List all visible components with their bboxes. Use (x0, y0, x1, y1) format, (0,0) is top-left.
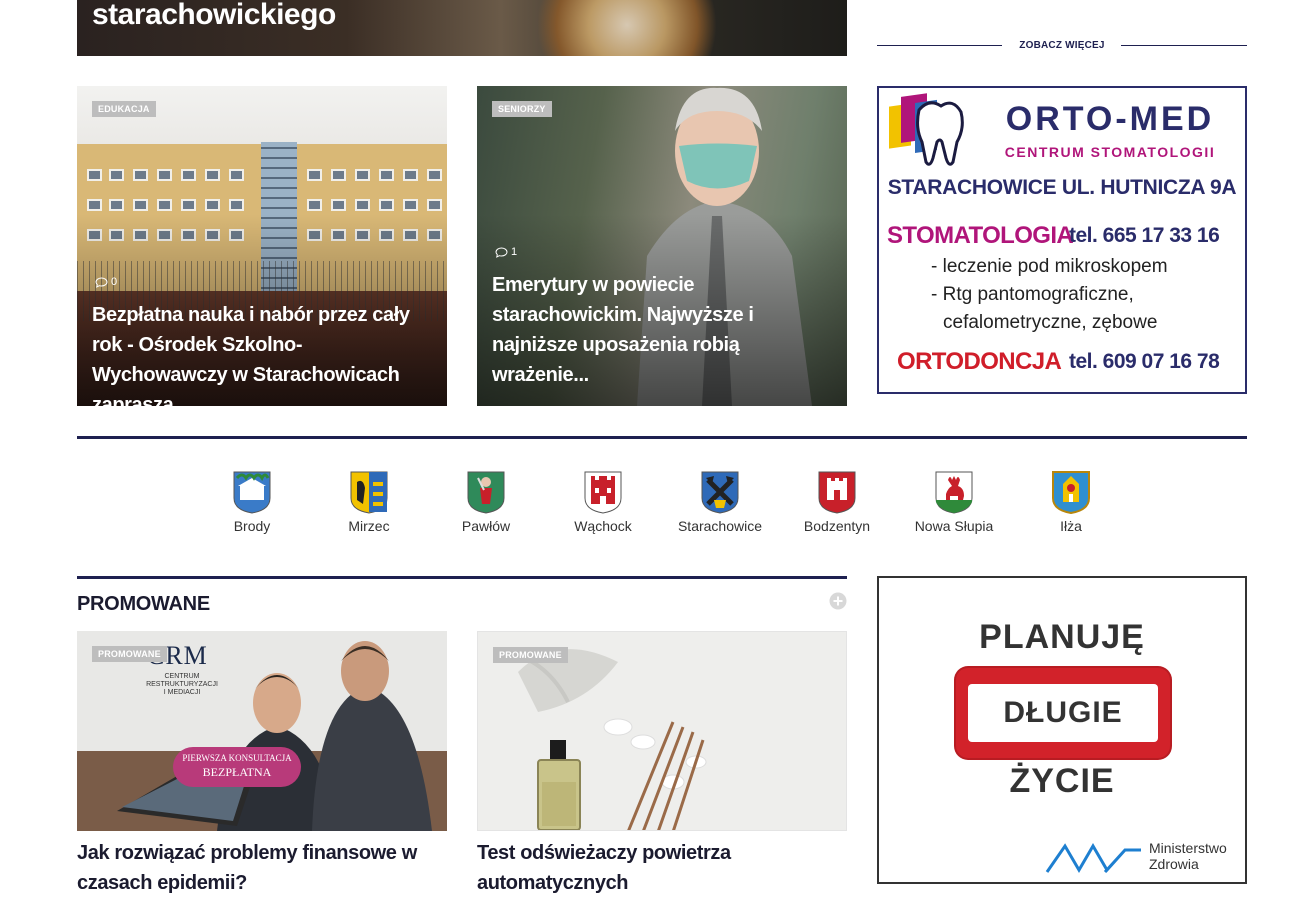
comment-count[interactable]: 0 (95, 276, 117, 288)
news-card-title[interactable]: Bezpłatna nauka i nabór przez cały rok -… (92, 300, 427, 406)
municipality-ilza[interactable]: Iłża (1021, 470, 1121, 534)
ortomed-bullet3: cefalometryczne, zębowe (943, 312, 1158, 333)
municipality-brody[interactable]: Brody (202, 470, 302, 534)
section-divider (77, 436, 1247, 439)
see-more-section: ZOBACZ WIĘCEJ (877, 36, 1247, 56)
hero-article-card[interactable]: starachowickiego (77, 0, 847, 56)
category-badge[interactable]: PROMOWANE (92, 646, 167, 662)
ilza-crest-icon (1052, 471, 1090, 514)
promo-card-title[interactable]: Jak rozwiązać problemy finansowe w czasa… (77, 838, 447, 898)
ortomed-line2-tel: tel. 609 07 16 78 (1069, 350, 1220, 373)
municipality-mirzec[interactable]: Mirzec (319, 470, 419, 534)
ortomed-subtitle: CENTRUM STOMATOLOGII (1004, 144, 1216, 160)
category-badge[interactable]: SENIORZY (492, 101, 552, 117)
news-card-title[interactable]: Emerytury w powiecie starachowickim. Naj… (492, 270, 757, 390)
see-more-link[interactable]: ZOBACZ WIĘCEJ (877, 40, 1247, 51)
ortomed-brand: ORTO-MED (1005, 100, 1215, 138)
brody-crest-icon (233, 471, 271, 514)
municipality-label: Mirzec (348, 518, 390, 534)
municipality-label: Pawłów (461, 518, 511, 534)
pawlow-crest-icon (467, 471, 505, 514)
municipality-label: Brody (233, 518, 271, 534)
ortomed-line2-label: ORTODONCJA (897, 348, 1062, 375)
section-divider (77, 576, 847, 579)
promo-banner-line2: BEZPŁATNA (202, 765, 272, 779)
ortomed-line1-label: STOMATOLOGIA (887, 222, 1074, 249)
category-badge[interactable]: EDUKACJA (92, 101, 156, 117)
wachock-crest-icon (584, 471, 622, 514)
ad-banner-ministry-health[interactable]: PLANUJĘ DŁUGIE ŻYCIE Ministerstwo Zdrowi… (877, 576, 1247, 884)
ad-banner-ortomed[interactable]: ORTO-MED CENTRUM STOMATOLOGII STARACHOWI… (877, 86, 1247, 394)
mirzec-crest-icon (350, 471, 388, 514)
comment-count-value: 0 (111, 276, 118, 288)
comment-count-value: 1 (511, 246, 518, 258)
ortomed-bullet1: - leczenie pod mikroskopem (931, 256, 1168, 277)
category-badge[interactable]: PROMOWANE (493, 647, 568, 663)
planuje-line2: DŁUGIE (968, 684, 1158, 742)
ortomed-address: STARACHOWICE UL. HUTNICZA 9A (887, 176, 1237, 199)
planuje-line3: ŻYCIE (1009, 762, 1115, 800)
municipality-label: Starachowice (677, 518, 763, 534)
municipality-bodzentyn[interactable]: Bodzentyn (787, 470, 887, 534)
municipality-starachowice[interactable]: Starachowice (670, 470, 770, 534)
municipality-pawlow[interactable]: Pawłów (436, 470, 536, 534)
ortomed-bullet2: - Rtg pantomograficzne, (931, 284, 1134, 305)
starachowice-crest-icon (701, 471, 739, 514)
comment-icon (495, 246, 508, 258)
plus-circle-icon[interactable] (829, 592, 847, 610)
promo-logo-sub3: I MEDIACJI (163, 689, 201, 696)
nowa-slupia-crest-icon (935, 471, 973, 514)
municipality-nowa-slupia[interactable]: Nowa Słupia (904, 470, 1004, 534)
municipality-label: Bodzentyn (803, 518, 871, 534)
municipality-label: Wąchock (574, 518, 632, 534)
bodzentyn-crest-icon (818, 471, 856, 514)
municipality-label: Nowa Słupia (914, 518, 994, 534)
municipality-label: Iłża (1060, 518, 1082, 534)
ministry-name-line1: Ministerstwo (1149, 840, 1227, 856)
news-card-education[interactable]: EDUKACJA 0 Bezpłatna nauka i nabór przez… (77, 86, 447, 406)
section-heading-promoted: PROMOWANE (77, 593, 210, 615)
comment-count[interactable]: 1 (495, 246, 517, 258)
hero-image (517, 0, 737, 56)
ministry-logo-icon (1045, 843, 1141, 874)
ministry-name-line2: Zdrowia (1149, 856, 1199, 872)
promo-logo-sub2: RESTRUKTURYZACJI (146, 681, 218, 688)
ortomed-line1-tel: tel. 665 17 33 16 (1069, 224, 1220, 247)
promo-logo-sub1: CENTRUM (164, 673, 200, 680)
promo-card-title[interactable]: Test odświeżaczy powietrza automatycznyc… (477, 838, 847, 898)
planuje-line1: PLANUJĘ (979, 618, 1145, 656)
hero-article-title[interactable]: starachowickiego (92, 0, 336, 32)
news-card-seniors[interactable]: SENIORZY 1 Emerytury w powiecie staracho… (477, 86, 847, 406)
promo-card-air-freshener[interactable]: PROMOWANE (477, 631, 847, 831)
promo-banner-line1: PIERWSZA KONSULTACJA (182, 753, 292, 763)
municipality-wachock[interactable]: Wąchock (553, 470, 653, 534)
promo-card-finance[interactable]: CRM CENTRUM RESTRUKTURYZACJI I MEDIACJI … (77, 631, 447, 831)
comment-icon (95, 276, 108, 288)
planuje-red-box: DŁUGIE (956, 668, 1170, 758)
